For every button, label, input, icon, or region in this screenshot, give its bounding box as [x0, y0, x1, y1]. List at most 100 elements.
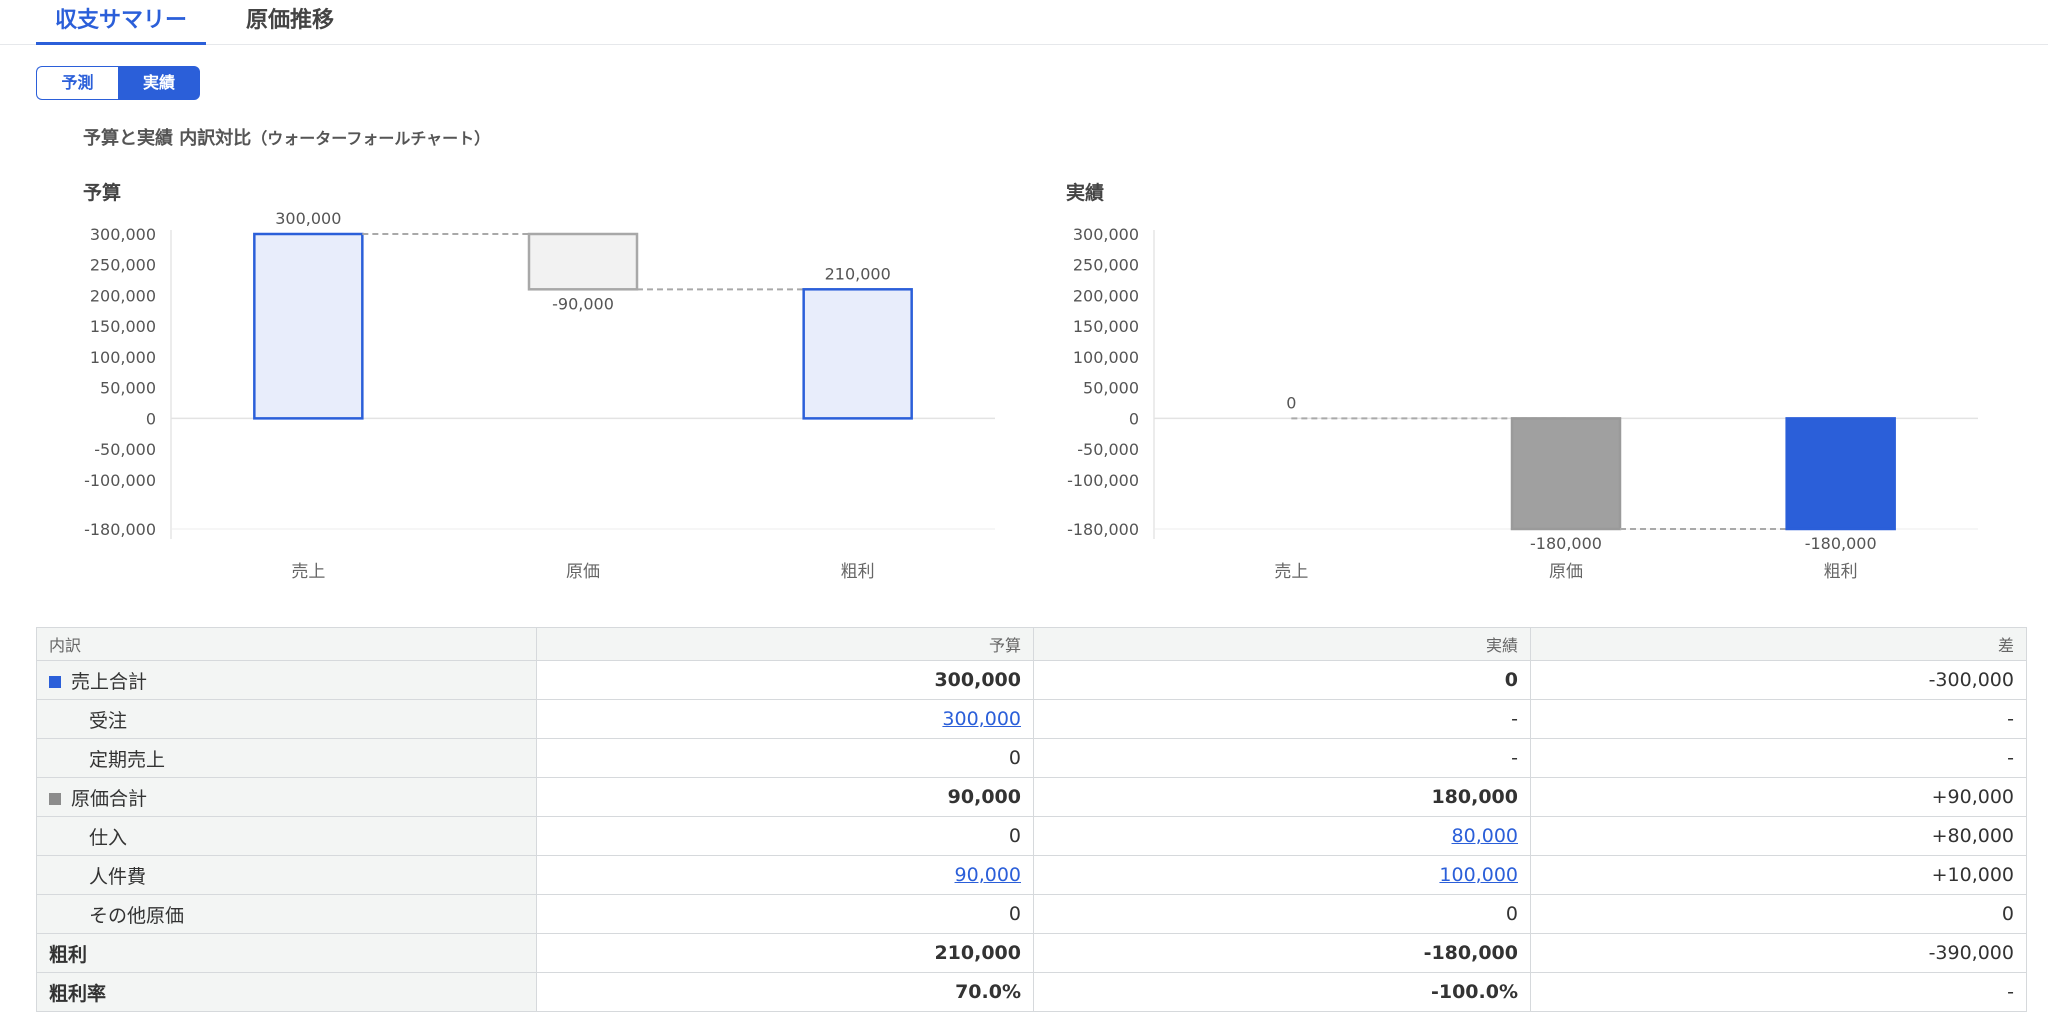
table-row: その他原価 0 0 0: [36, 894, 2027, 934]
sales-legend-square: [49, 676, 61, 688]
y-tick-label: 200,000: [1073, 286, 1139, 305]
waterfall-bar: [527, 232, 639, 291]
budget-cell: 0: [536, 894, 1034, 934]
category-label: 原価: [1549, 562, 1583, 582]
data-label: 210,000: [825, 264, 891, 283]
diff-cell: -: [1530, 972, 2027, 1012]
row-label: 定期売上: [36, 738, 537, 778]
table-row: 受注 300,000 - -: [36, 699, 2027, 739]
header-budget: 予算: [536, 627, 1034, 661]
header-actual: 実績: [1033, 627, 1531, 661]
y-tick-label: 150,000: [90, 317, 156, 336]
table-row: 粗利率 70.0% -100.0% -: [36, 972, 2027, 1012]
diff-cell: +90,000: [1530, 777, 2027, 817]
y-tick-label: 300,000: [1073, 225, 1139, 244]
actual-cell: 80,000: [1033, 816, 1531, 856]
diff-cell: 0: [1530, 894, 2027, 934]
category-label: 粗利: [841, 562, 875, 582]
diff-cell: -: [1530, 699, 2027, 739]
table-row: 粗利 210,000 -180,000 -390,000: [36, 933, 2027, 973]
actual-cell: 0: [1033, 660, 1531, 700]
chart-title-text: 予算と実績 内訳対比: [83, 128, 252, 149]
budget-labor-link[interactable]: 90,000: [955, 864, 1021, 886]
budget-waterfall-chart: 300,000 250,000 200,000 150,000 100,000 50,00…: [84, 210, 995, 582]
y-tick-label: 100,000: [1073, 348, 1139, 367]
waterfall-bar: [1785, 417, 1896, 531]
forecast-button[interactable]: 予測: [36, 66, 118, 100]
y-tick-label: 0: [146, 409, 156, 428]
actual-cell: -: [1033, 738, 1531, 778]
waterfall-bar: [253, 232, 364, 420]
budget-order-link[interactable]: 300,000: [942, 708, 1021, 730]
budget-cell: 70.0%: [536, 972, 1034, 1012]
category-label: 売上: [1274, 562, 1308, 582]
diff-cell: -300,000: [1530, 660, 2027, 700]
actual-chart-title: 実績: [1066, 182, 1105, 204]
row-label: 粗利率: [36, 972, 537, 1012]
data-label: -180,000: [1805, 534, 1877, 553]
y-tick-label: -100,000: [84, 471, 156, 490]
data-label: 0: [1286, 393, 1296, 412]
actual-cell: -100.0%: [1033, 972, 1531, 1012]
row-label-cell: 売上合計: [36, 660, 537, 700]
chart-title-note: （ウォーターフォールチャート）: [251, 129, 491, 148]
diff-cell: -390,000: [1530, 933, 2027, 973]
waterfall-bar: [802, 288, 913, 420]
category-label: 粗利: [1824, 562, 1858, 582]
header-breakdown: 内訳: [36, 627, 537, 661]
row-label: 仕入: [36, 816, 537, 856]
diff-cell: -: [1530, 738, 2027, 778]
y-tick-label: 200,000: [90, 286, 156, 305]
category-label: 原価: [566, 562, 600, 582]
actual-labor-link[interactable]: 100,000: [1439, 864, 1518, 886]
row-label: 売上合計: [71, 670, 148, 693]
actual-button[interactable]: 実績: [118, 66, 200, 100]
waterfall-bar: [1510, 417, 1622, 531]
table-row: 定期売上 0 - -: [36, 738, 2027, 778]
y-tick-label: -180,000: [1067, 520, 1139, 539]
diff-cell: +10,000: [1530, 855, 2027, 895]
tab-bar: 収支サマリー 原価推移: [0, 0, 2048, 45]
budget-chart-title: 予算: [83, 182, 122, 204]
y-tick-label: 50,000: [100, 379, 156, 398]
budget-cell: 300,000: [536, 660, 1034, 700]
data-label: -90,000: [552, 294, 614, 313]
table-row: 仕入 0 80,000 +80,000: [36, 816, 2027, 856]
y-tick-label: -50,000: [1077, 440, 1139, 459]
actual-waterfall-chart: 300,000 250,000 200,000 150,000 100,000 50,00…: [1067, 225, 1978, 582]
forecast-actual-toggle: 予測 実績: [36, 66, 200, 100]
table-row: 原価合計 90,000 180,000 +90,000: [36, 777, 2027, 817]
diff-cell: +80,000: [1530, 816, 2027, 856]
category-label: 売上: [291, 562, 325, 582]
row-label: 粗利: [36, 933, 537, 973]
y-tick-label: 150,000: [1073, 317, 1139, 336]
cost-legend-square: [49, 793, 61, 805]
row-label: 原価合計: [71, 787, 148, 810]
table-row: 人件費 90,000 100,000 +10,000: [36, 855, 2027, 895]
actual-cell: 0: [1033, 894, 1531, 934]
y-tick-label: -180,000: [84, 520, 156, 539]
actual-cell: -: [1033, 699, 1531, 739]
chart-title: 予算と実績 内訳対比（ウォーターフォールチャート）: [83, 124, 490, 150]
actual-cell: 100,000: [1033, 855, 1531, 895]
row-label: その他原価: [36, 894, 537, 934]
row-label: 人件費: [36, 855, 537, 895]
table-header-row: 内訳 予算 実績 差: [36, 627, 2027, 661]
actual-cell: 180,000: [1033, 777, 1531, 817]
row-label-cell: 原価合計: [36, 777, 537, 817]
budget-cell: 0: [536, 738, 1034, 778]
header-diff: 差: [1530, 627, 2027, 661]
budget-cell: 210,000: [536, 933, 1034, 973]
actual-purchase-link[interactable]: 80,000: [1452, 825, 1518, 847]
y-tick-label: 250,000: [90, 256, 156, 275]
breakdown-table: 内訳 予算 実績 差 売上合計 300,000 0 -300,000 受注 30…: [36, 627, 2027, 1012]
data-label: 300,000: [275, 210, 341, 228]
row-label: 受注: [36, 699, 537, 739]
y-tick-label: -100,000: [1067, 471, 1139, 490]
y-tick-label: 250,000: [1073, 256, 1139, 275]
y-tick-label: 50,000: [1083, 379, 1139, 398]
tab-pl-summary[interactable]: 収支サマリー: [36, 6, 206, 45]
tab-cost-trend[interactable]: 原価推移: [230, 6, 350, 42]
budget-cell: 300,000: [536, 699, 1034, 739]
y-tick-label: 300,000: [90, 225, 156, 244]
